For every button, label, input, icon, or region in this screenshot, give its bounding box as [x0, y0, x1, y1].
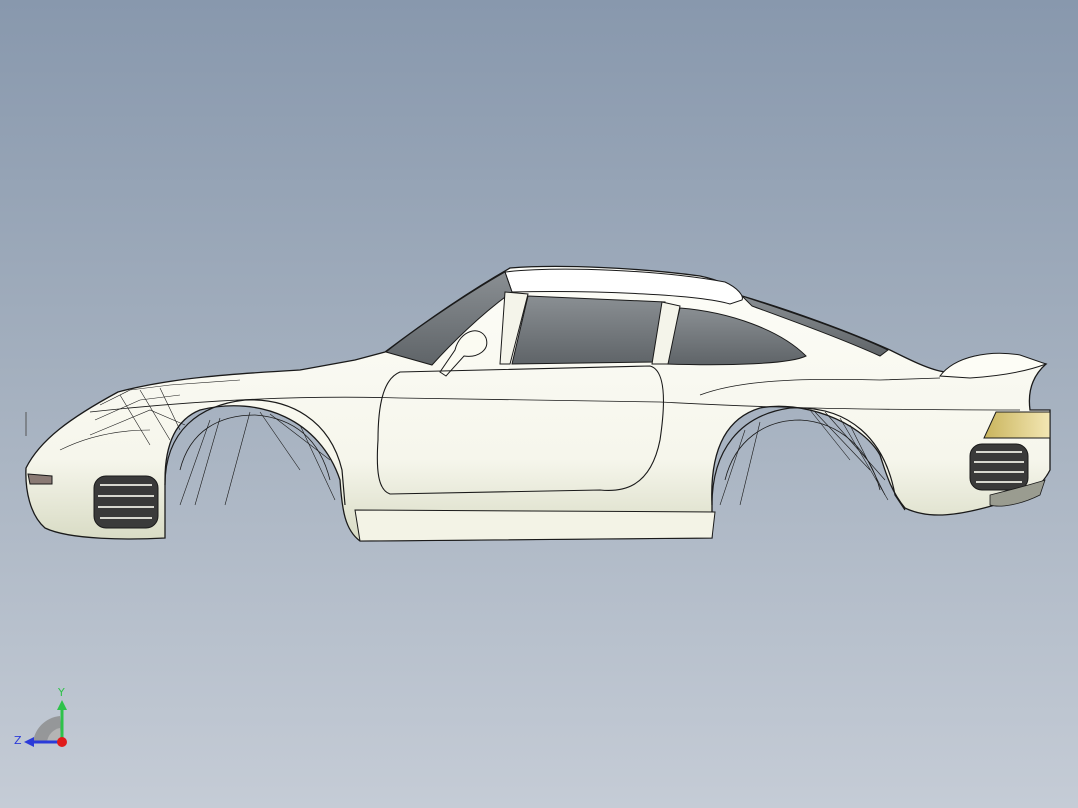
z-axis-label: Z: [14, 734, 22, 747]
x-axis-dot: [57, 737, 67, 747]
cad-viewport[interactable]: Y Z: [0, 0, 1078, 808]
coordinate-triad-icon: Y Z: [14, 686, 67, 747]
front-side-window: [511, 295, 666, 365]
tail-light: [983, 411, 1051, 439]
front-vent: [93, 475, 159, 529]
rocker-panel: [354, 509, 716, 542]
y-axis-label: Y: [57, 686, 65, 699]
car-body-model[interactable]: [0, 0, 1078, 808]
front-light: [27, 473, 53, 485]
z-axis-arrow: [24, 737, 34, 747]
y-axis-arrow: [57, 700, 67, 710]
rear-vent: [969, 443, 1029, 491]
